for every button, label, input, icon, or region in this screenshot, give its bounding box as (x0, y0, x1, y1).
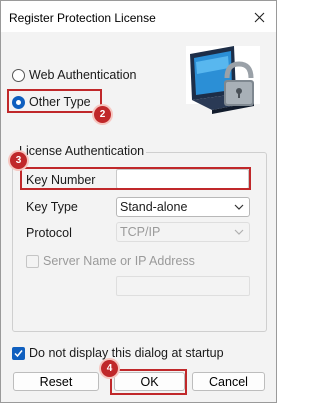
protocol-label: Protocol (26, 226, 72, 240)
license-auth-legend: License Authentication (17, 144, 147, 158)
key-type-select[interactable]: Stand-alone (116, 197, 250, 217)
close-icon (254, 12, 264, 22)
protocol-value: TCP/IP (120, 225, 161, 239)
web-auth-radio[interactable] (12, 68, 25, 82)
reset-button[interactable]: Reset (13, 372, 99, 391)
title-bar: Register Protection License (1, 1, 276, 32)
close-button[interactable] (248, 7, 270, 27)
monitor-lock-icon (186, 46, 260, 114)
callout-badge-4: 4 (101, 360, 118, 377)
server-checkbox-row[interactable]: Server Name or IP Address (26, 254, 195, 268)
checkmark-icon (14, 349, 23, 357)
web-auth-radio-row[interactable]: Web Authentication (12, 68, 136, 82)
protocol-select[interactable]: TCP/IP (116, 222, 250, 242)
window-title: Register Protection License (9, 11, 156, 25)
key-type-label: Key Type (26, 200, 78, 214)
startup-label: Do not display this dialog at startup (29, 346, 224, 360)
server-address-input[interactable] (116, 276, 250, 296)
server-label: Server Name or IP Address (43, 254, 195, 268)
callout-highlight-ok (110, 369, 187, 395)
key-type-value: Stand-alone (120, 200, 188, 214)
register-license-dialog: Register Protection License Web Authenti… (0, 0, 277, 403)
chevron-down-icon (234, 229, 244, 235)
server-checkbox[interactable] (26, 254, 39, 268)
callout-highlight-key-number (20, 167, 251, 190)
callout-highlight-other-type (7, 89, 102, 113)
web-auth-label: Web Authentication (29, 68, 137, 82)
startup-checkbox[interactable] (12, 346, 25, 360)
chevron-down-icon (234, 204, 244, 210)
cancel-button[interactable]: Cancel (192, 372, 265, 391)
startup-checkbox-row[interactable]: Do not display this dialog at startup (12, 346, 224, 360)
callout-badge-2: 2 (94, 106, 111, 123)
callout-badge-3: 3 (10, 152, 27, 169)
